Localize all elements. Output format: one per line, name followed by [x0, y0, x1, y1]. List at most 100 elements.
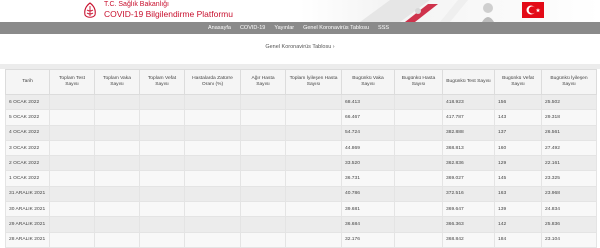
nav-item-koronavirus-tablosu[interactable]: Genel Koronavirüs Tablosu	[303, 25, 369, 31]
cell-tests: 382.888	[442, 124, 495, 141]
header-tarih[interactable]: Tarih	[5, 69, 50, 95]
nav-item-anasayfa[interactable]: Anasayfa	[208, 25, 231, 31]
cell-recovered: 22.161	[541, 155, 597, 172]
cell-empty	[394, 170, 443, 187]
cell-deaths: 160	[494, 139, 542, 157]
cell-empty	[240, 185, 286, 203]
cell-tests: 369.027	[442, 170, 495, 187]
cell-empty	[394, 231, 443, 248]
cell-recovered: 29.318	[541, 109, 597, 126]
header-bugunku-hasta[interactable]: Bugünkü Hasta Sayısı	[394, 69, 443, 95]
cell-empty	[184, 124, 241, 141]
table-row: 5 OCAK 2022 66.467 417.787 143 29.318	[5, 109, 597, 126]
cell-empty	[139, 93, 185, 111]
cell-deaths: 163	[494, 185, 542, 203]
cell-empty	[240, 124, 286, 141]
header-bugunku-vefat[interactable]: Bugünkü Vefat Sayısı	[494, 69, 542, 95]
header-bugunku-test[interactable]: Bugünkü Test Sayısı	[442, 69, 495, 95]
cell-recovered: 27.492	[541, 139, 597, 157]
cell-deaths: 143	[494, 109, 542, 126]
cell-empty	[94, 139, 140, 157]
cell-deaths: 184	[494, 231, 542, 248]
main-navbar: Anasayfa COVID-19 Yayınlar Genel Koronav…	[0, 22, 600, 34]
table-row: 2 OCAK 2022 33.520 362.836 129 22.161	[5, 155, 597, 172]
cell-cases: 40.786	[341, 185, 395, 203]
cell-empty	[240, 201, 286, 218]
header-toplam-test[interactable]: Toplam Test Sayısı	[49, 69, 95, 95]
cell-date: 28 ARALIK 2021	[5, 231, 50, 248]
cell-empty	[49, 109, 95, 126]
cell-date: 30 ARALIK 2021	[5, 201, 50, 218]
cell-empty	[394, 185, 443, 203]
header-toplam-vaka[interactable]: Toplam Vaka Sayısı	[94, 69, 140, 95]
cell-empty	[394, 216, 443, 233]
cell-cases: 44.869	[341, 139, 395, 157]
header-toplam-iyilesen[interactable]: Toplam İyileşen Hasta Sayısı	[285, 69, 342, 95]
cell-cases: 33.520	[341, 155, 395, 172]
cell-empty	[94, 231, 140, 248]
breadcrumb-area: Genel Koronavirüs Tablosu ›	[0, 34, 600, 64]
cell-empty	[49, 201, 95, 218]
cell-empty	[285, 201, 342, 218]
cell-date: 1 OCAK 2022	[5, 170, 50, 187]
cell-empty	[285, 139, 342, 157]
cell-empty	[184, 201, 241, 218]
cell-empty	[139, 109, 185, 126]
header-bugunku-vaka[interactable]: Bugünkü Vaka Sayısı	[341, 69, 395, 95]
nav-item-sss[interactable]: SSS	[378, 25, 389, 31]
cell-empty	[285, 124, 342, 141]
nav-item-yayinlar[interactable]: Yayınlar	[274, 25, 294, 31]
header-bugunku-iyilesen[interactable]: Bugünkü İyileşen Sayısı	[541, 69, 597, 95]
cell-empty	[139, 155, 185, 172]
table-row: 6 OCAK 2022 68.413 418.923 156 25.502	[5, 93, 597, 111]
site-brand[interactable]: T.C. Sağlık Bakanlığı COVID-19 Bilgilend…	[104, 1, 233, 19]
cell-cases: 39.681	[341, 201, 395, 218]
cell-empty	[285, 155, 342, 172]
breadcrumb[interactable]: Genel Koronavirüs Tablosu ›	[0, 44, 600, 50]
table-row: 3 OCAK 2022 44.869 368.813 160 27.492	[5, 139, 597, 157]
cell-empty	[240, 231, 286, 248]
table-row: 31 ARALIK 2021 40.786 372.516 163 23.968	[5, 185, 597, 203]
cell-tests: 368.842	[442, 231, 495, 248]
cell-date: 31 ARALIK 2021	[5, 185, 50, 203]
ministry-logo-icon[interactable]	[80, 2, 100, 20]
cell-empty	[394, 155, 443, 172]
cell-empty	[184, 109, 241, 126]
cell-empty	[94, 185, 140, 203]
cell-recovered: 26.561	[541, 124, 597, 141]
cell-empty	[285, 231, 342, 248]
cell-recovered: 25.836	[541, 216, 597, 233]
cell-empty	[139, 231, 185, 248]
cell-deaths: 145	[494, 170, 542, 187]
table-header-row: Tarih Toplam Test Sayısı Toplam Vaka Say…	[5, 69, 597, 95]
cell-deaths: 137	[494, 124, 542, 141]
ministry-name: T.C. Sağlık Bakanlığı	[104, 1, 169, 8]
cell-empty	[285, 109, 342, 126]
table-row: 29 ARALIK 2021 36.684 366.363 142 25.836	[5, 216, 597, 233]
cell-empty	[394, 109, 443, 126]
nav-item-covid19[interactable]: COVID-19	[240, 25, 265, 31]
cell-cases: 66.467	[341, 109, 395, 126]
cell-date: 3 OCAK 2022	[5, 139, 50, 157]
cell-empty	[49, 124, 95, 141]
cell-tests: 417.787	[442, 109, 495, 126]
cell-date: 29 ARALIK 2021	[5, 216, 50, 233]
cell-empty	[240, 155, 286, 172]
cell-date: 2 OCAK 2022	[5, 155, 50, 172]
cell-empty	[94, 170, 140, 187]
cell-empty	[94, 201, 140, 218]
cell-empty	[240, 93, 286, 111]
cell-cases: 32.176	[341, 231, 395, 248]
site-header: T.C. Sağlık Bakanlığı COVID-19 Bilgilend…	[0, 0, 600, 22]
cell-empty	[285, 185, 342, 203]
header-banner-art	[300, 0, 600, 22]
header-zaturre-orani[interactable]: Hastalarda Zatürre Oranı (%)	[184, 69, 241, 95]
cell-tests: 366.363	[442, 216, 495, 233]
cell-cases: 36.684	[341, 216, 395, 233]
header-agir-hasta[interactable]: Ağır Hasta Sayısı	[240, 69, 286, 95]
header-toplam-vefat[interactable]: Toplam Vefat Sayısı	[139, 69, 185, 95]
cell-tests: 418.923	[442, 93, 495, 111]
cell-deaths: 139	[494, 201, 542, 218]
cell-empty	[94, 109, 140, 126]
cell-empty	[139, 124, 185, 141]
